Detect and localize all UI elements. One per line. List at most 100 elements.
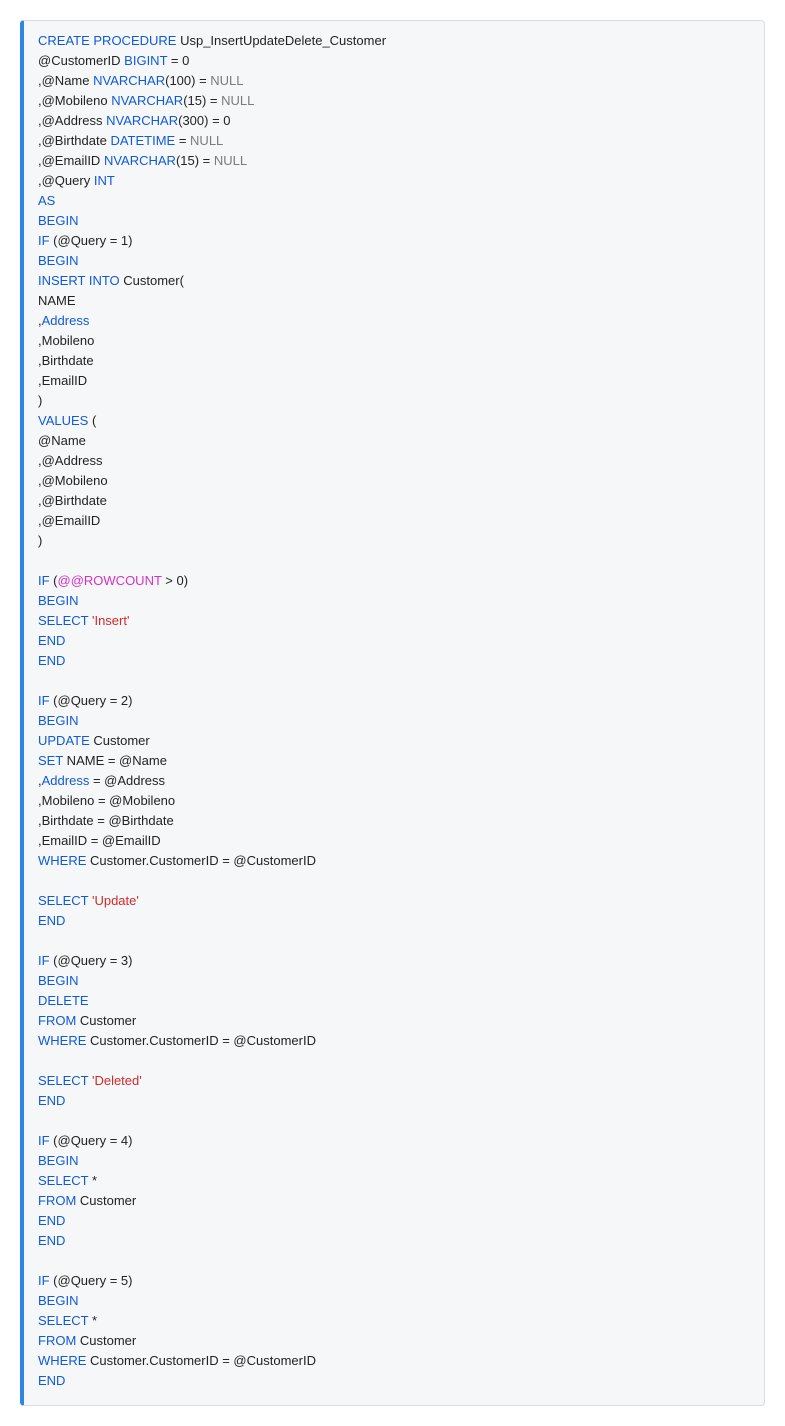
code-token: SELECT [38, 1073, 88, 1088]
code-token: DATETIME [110, 133, 175, 148]
code-token: IF [38, 693, 50, 708]
code-token: @@ROWCOUNT [58, 573, 162, 588]
code-token: END [38, 1233, 65, 1248]
code-token: FROM [38, 1333, 76, 1348]
code-token: AS [38, 193, 55, 208]
code-token: CREATE [38, 33, 90, 48]
code-token: = 0 [167, 53, 189, 68]
code-token: 'Update' [92, 893, 139, 908]
code-token: (100) = [165, 73, 210, 88]
code-token: (15) = [183, 93, 221, 108]
code-token: ,EmailID [38, 373, 87, 388]
code-token: ,@EmailID [38, 513, 100, 528]
code-token: (@Query = 3) [50, 953, 133, 968]
code-token: IF [38, 1273, 50, 1288]
code-token: (@Query = 5) [50, 1273, 133, 1288]
code-token: END [38, 1213, 65, 1228]
code-token: BEGIN [38, 1153, 78, 1168]
code-token: NVARCHAR [104, 153, 176, 168]
code-token: ,@Name [38, 73, 93, 88]
code-token: = @Address [89, 773, 165, 788]
code-token: Customer.CustomerID = @CustomerID [86, 853, 316, 868]
code-token: (300) = 0 [178, 113, 230, 128]
code-token: NVARCHAR [106, 113, 178, 128]
code-token: Customer [76, 1333, 136, 1348]
code-token: ,@Address [38, 453, 103, 468]
code-token: (@Query = 2) [50, 693, 133, 708]
code-token: ,@Birthdate [38, 493, 107, 508]
code-token: PROCEDURE [93, 33, 176, 48]
code-token: @Name [38, 433, 86, 448]
code-token: ,@Mobileno [38, 93, 111, 108]
code-token: END [38, 633, 65, 648]
code-token: SELECT [38, 613, 88, 628]
code-token: ,Birthdate [38, 353, 94, 368]
code-token: INT [94, 173, 115, 188]
code-token: END [38, 1373, 65, 1388]
code-token: * [88, 1313, 97, 1328]
code-token: INTO [89, 273, 120, 288]
code-token: BEGIN [38, 713, 78, 728]
code-token: END [38, 913, 65, 928]
code-token: ,@Mobileno [38, 473, 108, 488]
code-token: Address [42, 313, 90, 328]
code-token: BEGIN [38, 973, 78, 988]
code-token: IF [38, 1133, 50, 1148]
code-token: (@Query = 1) [50, 233, 133, 248]
code-token: FROM [38, 1013, 76, 1028]
code-token: Customer [76, 1193, 136, 1208]
code-token: NAME = @Name [63, 753, 167, 768]
code-token: NULL [214, 153, 247, 168]
code-token: DELETE [38, 993, 89, 1008]
code-token: FROM [38, 1193, 76, 1208]
code-token: BEGIN [38, 1293, 78, 1308]
code-token: Customer.CustomerID = @CustomerID [86, 1353, 316, 1368]
code-token: BEGIN [38, 593, 78, 608]
code-token: SELECT [38, 1313, 88, 1328]
code-token: ,Birthdate = @Birthdate [38, 813, 174, 828]
code-token: NULL [221, 93, 254, 108]
code-token: Customer.CustomerID = @CustomerID [86, 1033, 316, 1048]
code-token: ,@Birthdate [38, 133, 110, 148]
code-token: WHERE [38, 1353, 86, 1368]
code-token: IF [38, 953, 50, 968]
code-token: IF [38, 573, 50, 588]
code-token: Customer( [120, 273, 184, 288]
code-token: ,@Address [38, 113, 106, 128]
code-token: > 0) [162, 573, 188, 588]
code-token: END [38, 653, 65, 668]
code-token: VALUES [38, 413, 88, 428]
code-token: END [38, 1093, 65, 1108]
code-token: ) [38, 393, 42, 408]
sql-code-block: CREATE PROCEDURE Usp_InsertUpdateDelete_… [20, 20, 765, 1406]
code-token: NULL [210, 73, 243, 88]
code-token: ,@EmailID [38, 153, 104, 168]
code-token: ) [38, 533, 42, 548]
code-token: ,Mobileno = @Mobileno [38, 793, 175, 808]
code-token: ,Mobileno [38, 333, 94, 348]
code-token: Address [42, 773, 90, 788]
code-token: (@Query = 4) [50, 1133, 133, 1148]
code-token: 'Deleted' [92, 1073, 142, 1088]
code-token: NAME [38, 293, 76, 308]
code-token: ,EmailID = @EmailID [38, 833, 161, 848]
code-token: ( [50, 573, 58, 588]
code-token: Customer [76, 1013, 136, 1028]
code-token: NVARCHAR [111, 93, 183, 108]
sql-code-content: CREATE PROCEDURE Usp_InsertUpdateDelete_… [38, 31, 750, 1391]
code-token: * [88, 1173, 97, 1188]
code-token: IF [38, 233, 50, 248]
code-token: SET [38, 753, 63, 768]
code-token: Customer [90, 733, 150, 748]
code-token: WHERE [38, 1033, 86, 1048]
code-token: ( [88, 413, 96, 428]
code-token: BEGIN [38, 253, 78, 268]
code-token: INSERT [38, 273, 85, 288]
code-token: SELECT [38, 1173, 88, 1188]
code-token: WHERE [38, 853, 86, 868]
code-token: SELECT [38, 893, 88, 908]
code-token: Usp_InsertUpdateDelete_Customer [176, 33, 386, 48]
code-token: BIGINT [124, 53, 167, 68]
code-token: UPDATE [38, 733, 90, 748]
code-token: NVARCHAR [93, 73, 165, 88]
